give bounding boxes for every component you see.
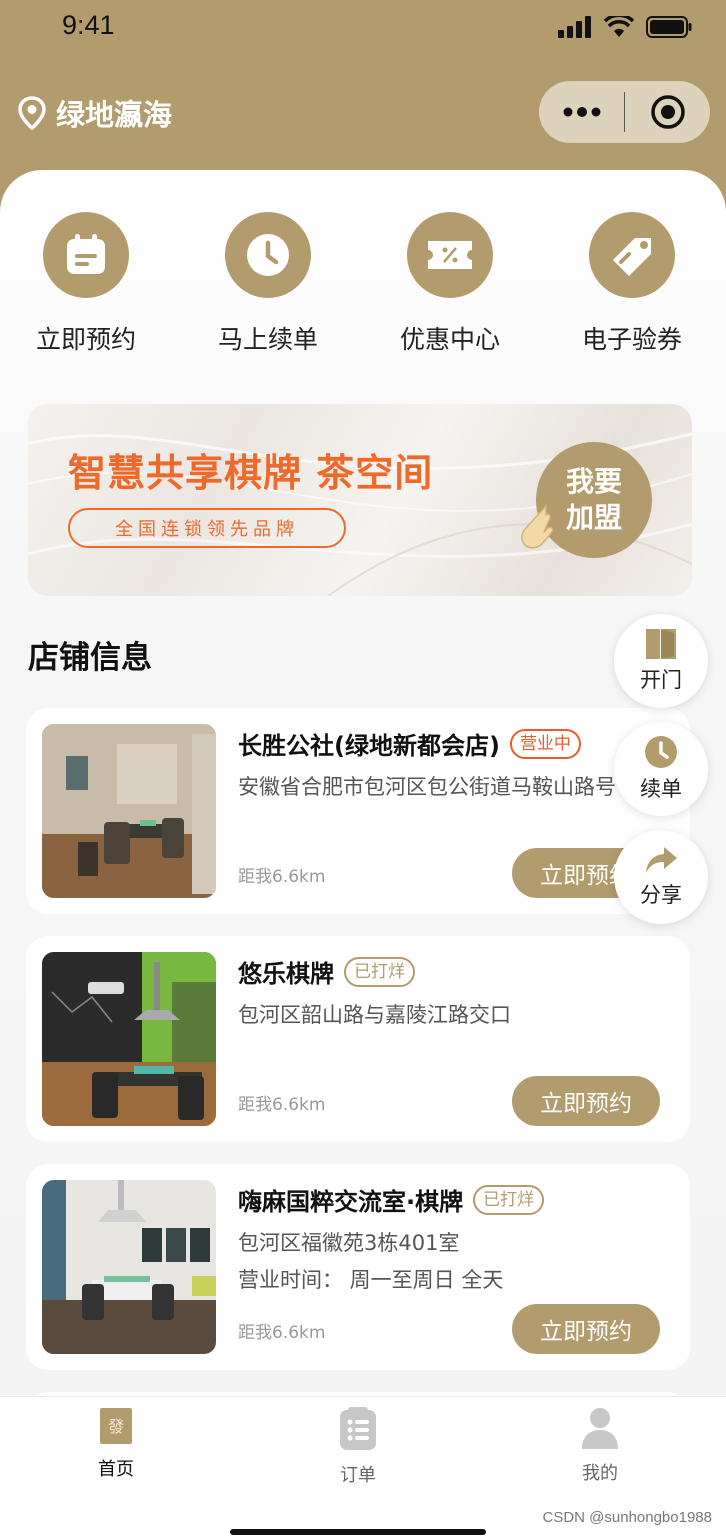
open-door-button[interactable]: 开门 bbox=[614, 614, 708, 708]
store-address: 包河区福徽苑3栋401室 bbox=[238, 1231, 460, 1255]
franchise-banner[interactable]: 智慧共享棋牌 茶空间 全国连锁领先品牌 我要加盟 bbox=[28, 404, 692, 596]
order-list-icon bbox=[340, 1407, 376, 1450]
battery-icon bbox=[646, 16, 692, 38]
svg-text:發: 發 bbox=[108, 1417, 124, 1436]
target-close-icon bbox=[650, 95, 685, 129]
store-card[interactable]: 嗨麻国粹交流室·棋牌 已打烊 包河区福徽苑3栋401室 营业时间： 周一至周日 … bbox=[26, 1164, 690, 1370]
status-badge: 已打烊 bbox=[344, 956, 415, 987]
calendar-icon bbox=[67, 234, 105, 274]
more-button[interactable] bbox=[539, 81, 624, 143]
banner-subtitle: 全国连锁领先品牌 bbox=[68, 508, 346, 548]
section-title: 店铺信息 bbox=[28, 640, 152, 676]
status-icons bbox=[558, 16, 692, 38]
store-card[interactable]: 长胜公社(绿地新都会店) 营业中 安徽省合肥市包河区包公街道马鞍山路号 距我6.… bbox=[26, 708, 690, 914]
quick-action-book-now[interactable]: 立即预约 bbox=[6, 212, 166, 356]
watermark: CSDN @sunhongbo1988 bbox=[542, 1509, 712, 1526]
quick-action-label: 马上续单 bbox=[217, 325, 318, 354]
status-time: 9:41 bbox=[62, 10, 115, 40]
tab-home[interactable]: 發 首页 bbox=[56, 1407, 176, 1481]
more-dots-icon bbox=[563, 107, 600, 117]
book-now-button[interactable]: 立即预约 bbox=[512, 1304, 660, 1354]
quick-action-renew[interactable]: 马上续单 bbox=[188, 212, 348, 356]
share-button[interactable]: 分享 bbox=[614, 830, 708, 924]
close-button[interactable] bbox=[625, 81, 710, 143]
quick-action-label: 立即预约 bbox=[35, 325, 136, 354]
quick-action-label: 优惠中心 bbox=[399, 325, 500, 354]
quick-action-verify-coupon[interactable]: 电子验券 bbox=[552, 212, 712, 356]
location-pin-icon bbox=[18, 96, 46, 130]
store-photo bbox=[42, 1180, 216, 1354]
home-logo-icon: 發 bbox=[100, 1408, 132, 1444]
store-name: 悠乐棋牌 bbox=[238, 960, 334, 988]
store-name: 长胜公社(绿地新都会店) bbox=[238, 732, 500, 760]
store-distance: 距我6.6km bbox=[238, 867, 326, 887]
float-label: 续单 bbox=[640, 777, 682, 801]
share-icon bbox=[646, 847, 677, 873]
tab-orders[interactable]: 订单 bbox=[298, 1407, 418, 1487]
float-label: 开门 bbox=[640, 668, 682, 692]
store-name-row: 长胜公社(绿地新都会店) 营业中 bbox=[238, 726, 581, 761]
tab-label: 首页 bbox=[98, 1459, 134, 1480]
quick-action-circle bbox=[225, 212, 311, 298]
user-icon bbox=[582, 1408, 618, 1449]
quick-action-circle bbox=[589, 212, 675, 298]
tab-bar: 發 首页 订单 我的 CSDN @sunhongbo1988 bbox=[0, 1396, 726, 1536]
store-name-row: 悠乐棋牌 已打烊 bbox=[238, 954, 415, 989]
clock-icon bbox=[247, 234, 289, 276]
tab-label: 订单 bbox=[340, 1465, 376, 1486]
location-selector[interactable]: 绿地瀛海 bbox=[18, 92, 172, 134]
quick-action-circle bbox=[43, 212, 129, 298]
status-badge: 营业中 bbox=[509, 728, 581, 759]
pointing-hand-icon bbox=[521, 504, 554, 549]
status-bar: 9:41 bbox=[0, 0, 726, 56]
book-now-button[interactable]: 立即预约 bbox=[512, 1076, 660, 1126]
status-badge: 已打烊 bbox=[473, 1184, 545, 1215]
quick-action-coupons[interactable]: 优惠中心 bbox=[370, 212, 530, 356]
quick-action-label: 电子验券 bbox=[581, 325, 682, 354]
quick-action-circle bbox=[407, 212, 493, 298]
store-name: 嗨麻国粹交流室·棋牌 bbox=[238, 1188, 464, 1216]
store-address: 安徽省合肥市包河区包公街道马鞍山路号 bbox=[238, 775, 616, 799]
location-name: 绿地瀛海 bbox=[56, 98, 173, 132]
store-photo bbox=[42, 724, 216, 898]
store-photo bbox=[42, 952, 216, 1126]
tab-profile[interactable]: 我的 bbox=[540, 1407, 660, 1485]
tag-icon bbox=[613, 238, 651, 276]
mini-program-capsule bbox=[539, 81, 710, 143]
renew-order-button[interactable]: 续单 bbox=[614, 722, 708, 816]
banner-title: 智慧共享棋牌 茶空间 bbox=[68, 451, 434, 495]
home-indicator bbox=[230, 1529, 486, 1535]
store-distance: 距我6.6km bbox=[238, 1323, 326, 1343]
door-icon bbox=[646, 629, 676, 659]
float-label: 分享 bbox=[640, 883, 682, 907]
store-address: 包河区韶山路与嘉陵江路交口 bbox=[238, 1003, 511, 1027]
store-card[interactable]: 悠乐棋牌 已打烊 包河区韶山路与嘉陵江路交口 距我6.6km 立即预约 bbox=[26, 936, 690, 1142]
tab-label: 我的 bbox=[582, 1463, 618, 1484]
store-hours: 营业时间： 周一至周日 全天 bbox=[238, 1268, 504, 1292]
store-distance: 距我6.6km bbox=[238, 1095, 326, 1115]
signal-icon bbox=[558, 16, 591, 38]
wifi-icon bbox=[604, 16, 634, 37]
clock-icon bbox=[645, 736, 677, 768]
ticket-icon bbox=[428, 241, 472, 269]
store-name-row: 嗨麻国粹交流室·棋牌 已打烊 bbox=[238, 1182, 545, 1217]
